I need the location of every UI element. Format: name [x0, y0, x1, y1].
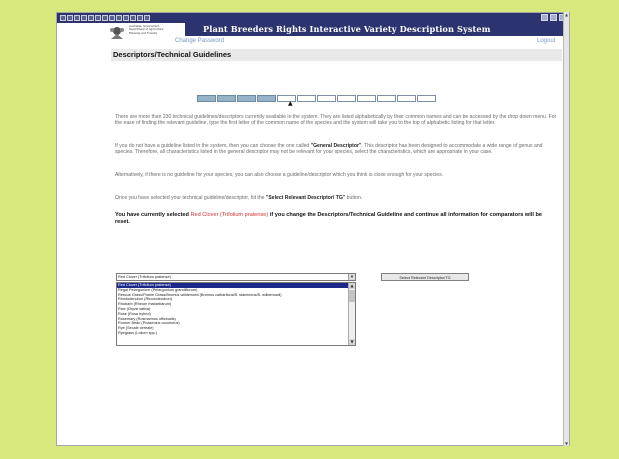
section-heading: Descriptors/Technical Guidelines	[111, 49, 562, 61]
edit-icon[interactable]	[130, 15, 136, 21]
list-scrollbar[interactable]: ▲ ▼	[348, 283, 355, 345]
agency-name: Australian Government Department of Agri…	[129, 25, 164, 35]
descriptor-options-list[interactable]: Red Clover (Trifolium pratense) Regal Pel…	[116, 282, 356, 346]
change-password-link[interactable]: Change Password	[175, 38, 224, 44]
scroll-down-icon[interactable]: ▼	[349, 339, 355, 345]
progress-step	[397, 95, 416, 102]
progress-step	[297, 95, 316, 102]
page-scrollbar[interactable]: ▲ ▼	[563, 12, 569, 446]
scroll-up-icon[interactable]: ▲	[564, 12, 569, 17]
progress-step	[357, 95, 376, 102]
refresh-icon[interactable]	[81, 15, 87, 21]
stop-icon[interactable]	[74, 15, 80, 21]
print-icon[interactable]	[123, 15, 129, 21]
app-title: Plant Breeders Rights Interactive Variet…	[185, 23, 569, 36]
current-step-marker: ▲	[288, 100, 293, 107]
progress-step	[197, 95, 216, 102]
mail-icon[interactable]	[116, 15, 122, 21]
scroll-up-icon[interactable]: ▲	[349, 283, 355, 289]
progress-step	[277, 95, 296, 102]
browser-window: Plant Breeders Rights Interactive Variet…	[56, 12, 570, 446]
back-icon[interactable]	[60, 15, 66, 21]
browser-toolbar	[57, 13, 569, 23]
minimize-icon[interactable]	[541, 14, 548, 21]
logout-link[interactable]: Logout	[537, 38, 555, 44]
favorites-icon[interactable]	[102, 15, 108, 21]
discuss-icon[interactable]	[137, 15, 143, 21]
forward-icon[interactable]	[67, 15, 73, 21]
progress-step	[317, 95, 336, 102]
select-descriptor-button[interactable]: Select Relevant Descriptor/TG	[381, 273, 469, 281]
intro-paragraph: There are more than 230 technical guidel…	[115, 114, 557, 127]
alternative-paragraph: Alternatively, if there is no guideline …	[115, 172, 444, 178]
coat-of-arms-icon	[110, 27, 124, 39]
search-icon[interactable]	[95, 15, 101, 21]
scroll-down-icon[interactable]: ▼	[564, 441, 569, 446]
list-item[interactable]: Ryegrass (Lolium spp.)	[117, 331, 355, 336]
progress-step	[257, 95, 276, 102]
history-icon[interactable]	[109, 15, 115, 21]
progress-steps	[197, 95, 437, 102]
descriptor-select[interactable]: Red Clover (Trifolium pratense) ▼	[116, 273, 356, 281]
progress-step	[417, 95, 436, 102]
general-descriptor-paragraph: If you do not have a guideline listed in…	[115, 143, 543, 156]
government-logo: Australian Government Department of Agri…	[109, 25, 169, 47]
progress-step	[337, 95, 356, 102]
maximize-icon[interactable]	[550, 14, 557, 21]
scroll-thumb[interactable]	[349, 290, 355, 302]
home-icon[interactable]	[88, 15, 94, 21]
progress-step	[217, 95, 236, 102]
instruction-paragraph: Once you have selected your technical gu…	[115, 195, 363, 201]
progress-step	[377, 95, 396, 102]
current-selection-notice: You have currently selected Red Clover (…	[115, 212, 543, 225]
messenger-icon[interactable]	[144, 15, 150, 21]
progress-step	[237, 95, 256, 102]
chevron-down-icon[interactable]: ▼	[348, 274, 355, 280]
